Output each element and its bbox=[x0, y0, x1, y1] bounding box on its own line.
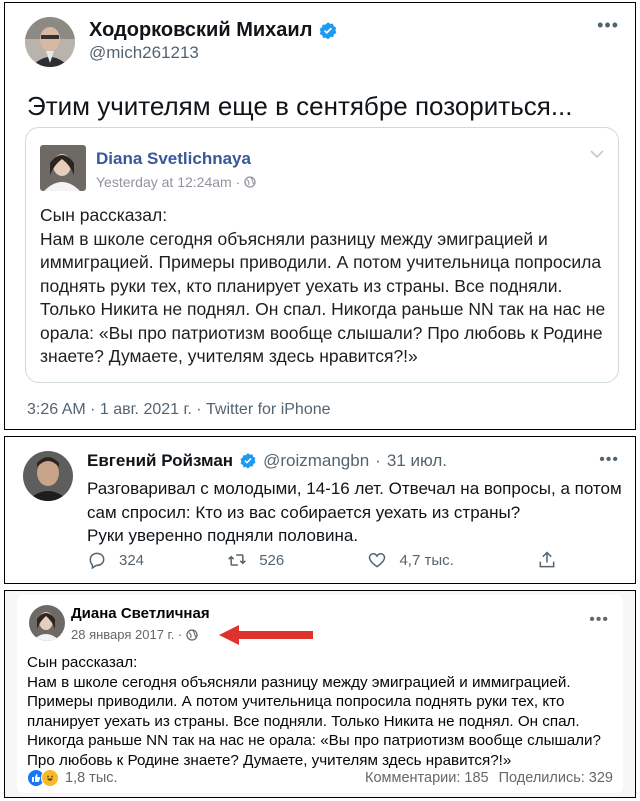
more-dots-icon[interactable]: ••• bbox=[597, 15, 619, 36]
share-icon bbox=[539, 551, 555, 568]
embed-post-body: Сын рассказал: Нам в школе сегодня объяс… bbox=[40, 205, 606, 366]
chevron-down-icon[interactable] bbox=[590, 146, 604, 162]
author-name[interactable]: Ходорковский Михаил bbox=[89, 19, 338, 42]
embed-time-text: Yesterday at 12:24am · bbox=[96, 174, 241, 190]
embed-author-name[interactable]: Diana Svetlichnaya bbox=[96, 149, 251, 169]
globe-icon bbox=[244, 176, 256, 188]
post-author-name[interactable]: Диана Светличная bbox=[71, 605, 210, 622]
globe-icon bbox=[186, 628, 198, 641]
comments-count[interactable]: Комментарии: 185 bbox=[365, 770, 489, 786]
retweet-button[interactable]: 526 bbox=[227, 550, 284, 570]
red-arrow-annotation bbox=[219, 625, 313, 645]
reply-count: 324 bbox=[119, 551, 145, 569]
embedded-facebook-post[interactable]: Diana Svetlichnaya Yesterday at 12:24am … bbox=[25, 127, 619, 383]
post-date-text[interactable]: 28 января 2017 г. · bbox=[71, 627, 182, 642]
tweet-date[interactable]: 31 июл. bbox=[387, 451, 447, 471]
like-count: 4,7 тыс. bbox=[399, 551, 454, 569]
facebook-post-panel: Диана Светличная 28 января 2017 г. · •••… bbox=[4, 590, 636, 798]
tweet-actions: 324 526 4,7 тыс. bbox=[87, 550, 557, 570]
share-button[interactable] bbox=[537, 550, 557, 570]
verified-badge-icon bbox=[240, 453, 256, 469]
avatar[interactable] bbox=[29, 605, 65, 641]
reply-button[interactable]: 324 bbox=[87, 550, 144, 570]
embed-timestamp: Yesterday at 12:24am · bbox=[96, 174, 256, 190]
author-handle[interactable]: @mich261213 bbox=[89, 43, 199, 63]
post-footer: 1,8 тыс. Комментарии: 185 Поделились: 32… bbox=[27, 769, 613, 787]
facebook-post-card: Диана Светличная 28 января 2017 г. · •••… bbox=[17, 595, 623, 793]
like-button[interactable]: 4,7 тыс. bbox=[367, 550, 454, 570]
tweet-meta[interactable]: 3:26 AM · 1 авг. 2021 г. · Twitter for i… bbox=[27, 401, 331, 419]
avatar[interactable] bbox=[23, 451, 73, 501]
tweet-header: Евгений Ройзман @roizmangbn · 31 июл. bbox=[87, 451, 447, 471]
author-name[interactable]: Евгений Ройзман bbox=[87, 451, 233, 471]
tweet-text: Разговаривал с молодыми, 14-16 лет. Отве… bbox=[87, 479, 622, 545]
embed-avatar[interactable] bbox=[40, 145, 86, 191]
more-dots-icon[interactable]: ••• bbox=[599, 451, 619, 469]
reaction-count: 1,8 тыс. bbox=[65, 770, 118, 786]
heart-icon bbox=[369, 552, 386, 568]
tweet-khodorkovsky: Ходорковский Михаил @mich261213 ••• Этим… bbox=[4, 2, 636, 430]
reaction-icons bbox=[27, 769, 59, 787]
retweet-icon bbox=[228, 554, 247, 566]
separator: · bbox=[375, 451, 381, 470]
tweet-roizman: Евгений Ройзман @roizmangbn · 31 июл. ••… bbox=[4, 436, 636, 584]
author-handle[interactable]: @roizmangbn bbox=[263, 451, 369, 471]
retweet-count: 526 bbox=[259, 551, 285, 569]
author-name-text[interactable]: Ходорковский Михаил bbox=[89, 19, 312, 42]
post-stats: Комментарии: 185 Поделились: 329 bbox=[365, 770, 613, 786]
reply-icon bbox=[89, 552, 105, 570]
avatar[interactable] bbox=[25, 17, 75, 67]
more-dots-icon[interactable]: ••• bbox=[589, 611, 609, 629]
haha-reaction-icon bbox=[41, 769, 59, 787]
post-date[interactable]: 28 января 2017 г. · bbox=[71, 627, 198, 642]
post-body: Сын рассказал: Нам в школе сегодня объяс… bbox=[27, 654, 601, 769]
verified-badge-icon bbox=[320, 21, 337, 39]
reactions[interactable]: 1,8 тыс. bbox=[27, 769, 118, 787]
tweet-text: Этим учителям еще в сентябре позориться.… bbox=[27, 91, 573, 121]
shares-count[interactable]: Поделились: 329 bbox=[499, 770, 613, 786]
